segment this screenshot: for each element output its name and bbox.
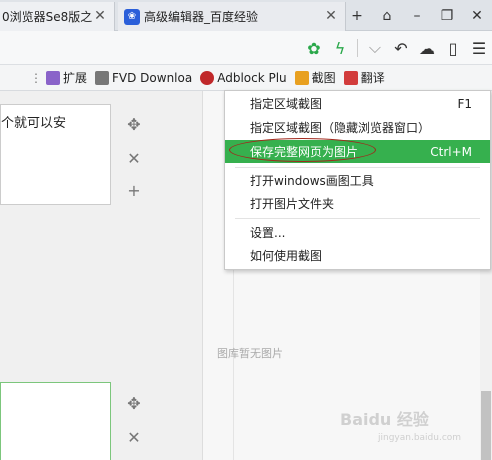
- close-icon[interactable]: ✕: [323, 8, 339, 24]
- bookmark-label: 扩展: [63, 71, 88, 85]
- menu-icon[interactable]: ☰: [466, 39, 492, 58]
- menu-item-label: 打开图片文件夹: [250, 197, 335, 211]
- translate-icon: [343, 70, 358, 85]
- editor-block[interactable]: 个就可以安: [0, 104, 111, 205]
- add-icon[interactable]: +: [124, 181, 144, 200]
- scroll-thumb[interactable]: [481, 391, 491, 460]
- scissors-icon: [294, 70, 309, 85]
- toolbar-icons: ✿ ϟ ⌵ ↶ ☁ ▯ ☰: [301, 31, 492, 65]
- menu-item-settings[interactable]: 设置...: [225, 221, 490, 244]
- tab-advanced-editor[interactable]: ❀ 高级编辑器_百度经验 ✕: [118, 2, 346, 31]
- undo-icon[interactable]: ↶: [388, 39, 414, 58]
- tab-browser-se8[interactable]: 0浏览器Se8版之 ✕: [0, 2, 115, 31]
- phone-icon[interactable]: ▯: [440, 39, 466, 58]
- bookmark-label: 截图: [311, 71, 336, 85]
- delete-icon[interactable]: ✕: [124, 149, 144, 168]
- move-icon[interactable]: ✥: [124, 394, 144, 413]
- close-window-icon[interactable]: ✕: [462, 8, 492, 24]
- bookmark-label: FVD Downloa: [112, 70, 193, 85]
- menu-item-label: 设置...: [250, 226, 286, 240]
- address-toolbar: ✿ ϟ ⌵ ↶ ☁ ▯ ☰: [0, 31, 492, 65]
- menu-item-open-paint[interactable]: 打开windows画图工具: [225, 169, 490, 192]
- menu-item-save-full-page[interactable]: 保存完整网页为图片 Ctrl+M: [225, 138, 490, 163]
- bookmark-bar: ⋮ 扩展 FVD Downloa Adblock Plu 截图 翻译: [0, 65, 492, 91]
- cloud-icon[interactable]: ☁: [414, 39, 440, 58]
- new-tab-icon[interactable]: +: [342, 8, 372, 24]
- menu-item-open-folder[interactable]: 打开图片文件夹: [225, 192, 490, 215]
- menu-item-label: 打开windows画图工具: [250, 174, 374, 188]
- menu-item-help[interactable]: 如何使用截图: [225, 244, 490, 267]
- chevron-down-icon[interactable]: ⌵: [362, 38, 388, 58]
- editor-text: 个就可以安: [1, 116, 67, 131]
- screenshot-menu: 指定区域截图 F1 指定区域截图（隐藏浏览器窗口） 保存完整网页为图片 Ctrl…: [224, 90, 491, 270]
- bookmark-label: Adblock Plu: [217, 70, 287, 85]
- adblock-icon: [200, 70, 215, 85]
- bookmark-translate[interactable]: 翻译: [343, 69, 385, 86]
- no-image-label: 图库暂无图片: [217, 347, 283, 360]
- tab-bar: 0浏览器Se8版之 ✕ ❀ 高级编辑器_百度经验 ✕ + ⌂ – ❐ ✕: [0, 0, 492, 31]
- divider: [357, 39, 358, 57]
- menu-item-label: 如何使用截图: [250, 249, 323, 263]
- menu-item-label: 指定区域截图: [250, 97, 323, 111]
- bookmark-label: 翻译: [360, 71, 385, 85]
- bookmark-screenshot[interactable]: 截图: [294, 69, 336, 86]
- menu-separator: [235, 167, 480, 168]
- annotation-oval: [229, 138, 376, 162]
- close-icon[interactable]: ✕: [92, 8, 108, 24]
- bookmark-adblock[interactable]: Adblock Plu: [200, 70, 287, 85]
- more-dots-icon[interactable]: ⋮: [30, 71, 42, 85]
- tab-title: 0浏览器Se8版之: [2, 10, 93, 24]
- watermark-url: jingyan.baidu.com: [378, 433, 462, 443]
- menu-item-shortcut: Ctrl+M: [430, 144, 472, 159]
- restore-icon[interactable]: ❐: [432, 8, 462, 24]
- menu-separator: [235, 218, 480, 219]
- watermark: Baidu 经验: [340, 410, 429, 429]
- delete-icon[interactable]: ✕: [124, 428, 144, 447]
- minimize-icon[interactable]: –: [402, 8, 432, 24]
- bolt-icon[interactable]: ϟ: [327, 39, 353, 58]
- bookmark-fvd[interactable]: FVD Downloa: [95, 70, 193, 85]
- window-controls: + ⌂ – ❐ ✕: [342, 0, 492, 31]
- puzzle-icon: [46, 70, 60, 85]
- tab-title: 高级编辑器_百度经验: [144, 10, 259, 24]
- baidu-paw-icon: ❀: [124, 8, 140, 25]
- menu-item-label: 指定区域截图（隐藏浏览器窗口）: [250, 121, 431, 135]
- editor-block[interactable]: [0, 382, 111, 460]
- skin-icon[interactable]: ⌂: [372, 8, 402, 24]
- bookmark-extensions[interactable]: 扩展: [46, 69, 87, 86]
- move-icon[interactable]: ✥: [124, 115, 144, 134]
- menu-item-region-screenshot-hidden[interactable]: 指定区域截图（隐藏浏览器窗口）: [225, 116, 490, 139]
- menu-item-region-screenshot[interactable]: 指定区域截图 F1: [225, 92, 490, 115]
- download-icon: [95, 70, 110, 85]
- menu-item-shortcut: F1: [457, 96, 472, 111]
- gear-icon[interactable]: ✿: [301, 39, 327, 58]
